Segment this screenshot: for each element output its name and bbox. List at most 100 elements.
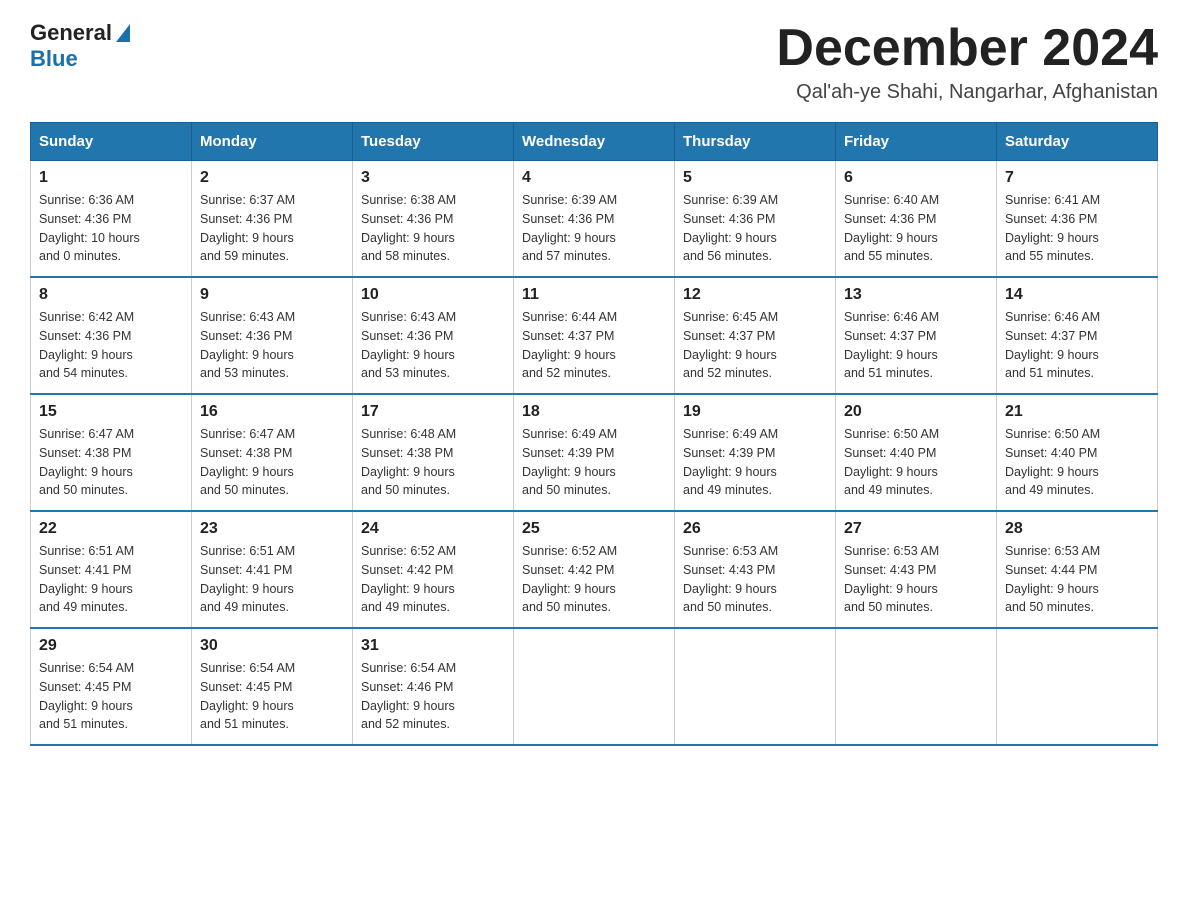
day-info: Sunrise: 6:48 AMSunset: 4:38 PMDaylight:… — [361, 425, 505, 500]
calendar-cell — [675, 628, 836, 745]
day-number: 27 — [844, 520, 988, 538]
col-saturday: Saturday — [997, 123, 1158, 161]
calendar-cell — [997, 628, 1158, 745]
calendar-cell — [836, 628, 997, 745]
calendar-cell: 28Sunrise: 6:53 AMSunset: 4:44 PMDayligh… — [997, 511, 1158, 628]
calendar-week-row: 15 Sunrise: 6:47 AMSunset: 4:38 PMDayligh… — [31, 394, 1158, 511]
calendar-header-row: Sunday Monday Tuesday Wednesday Thursday… — [31, 123, 1158, 161]
col-monday: Monday — [192, 123, 353, 161]
calendar-cell: 21Sunrise: 6:50 AMSunset: 4:40 PMDayligh… — [997, 394, 1158, 511]
calendar-cell: 30 Sunrise: 6:54 AMSunset: 4:45 PMDayligh… — [192, 628, 353, 745]
day-number: 19 — [683, 403, 827, 421]
month-year-title: December 2024 — [776, 20, 1158, 77]
day-info: Sunrise: 6:38 AMSunset: 4:36 PMDaylight:… — [361, 191, 505, 266]
calendar-cell: 25 Sunrise: 6:52 AMSunset: 4:42 PMDayligh… — [514, 511, 675, 628]
day-number: 1 — [39, 169, 183, 187]
calendar-cell: 22Sunrise: 6:51 AMSunset: 4:41 PMDayligh… — [31, 511, 192, 628]
day-info: Sunrise: 6:40 AMSunset: 4:36 PMDaylight:… — [844, 191, 988, 266]
day-number: 25 — [522, 520, 666, 538]
logo: General Blue — [30, 20, 130, 72]
calendar-cell: 10 Sunrise: 6:43 AMSunset: 4:36 PMDayligh… — [353, 277, 514, 394]
calendar-cell: 3 Sunrise: 6:38 AMSunset: 4:36 PMDaylight… — [353, 161, 514, 278]
calendar-cell: 18 Sunrise: 6:49 AMSunset: 4:39 PMDayligh… — [514, 394, 675, 511]
day-info: Sunrise: 6:45 AMSunset: 4:37 PMDaylight:… — [683, 308, 827, 383]
day-info: Sunrise: 6:42 AMSunset: 4:36 PMDaylight:… — [39, 308, 183, 383]
col-friday: Friday — [836, 123, 997, 161]
location-subtitle: Qal'ah-ye Shahi, Nangarhar, Afghanistan — [776, 81, 1158, 104]
day-info: Sunrise: 6:41 AMSunset: 4:36 PMDaylight:… — [1005, 191, 1149, 266]
calendar-cell: 13 Sunrise: 6:46 AMSunset: 4:37 PMDayligh… — [836, 277, 997, 394]
calendar-cell — [514, 628, 675, 745]
calendar-cell: 4 Sunrise: 6:39 AMSunset: 4:36 PMDaylight… — [514, 161, 675, 278]
title-block: December 2024 Qal'ah-ye Shahi, Nangarhar… — [776, 20, 1158, 104]
col-tuesday: Tuesday — [353, 123, 514, 161]
calendar-week-row: 22Sunrise: 6:51 AMSunset: 4:41 PMDayligh… — [31, 511, 1158, 628]
calendar-cell: 24 Sunrise: 6:52 AMSunset: 4:42 PMDayligh… — [353, 511, 514, 628]
day-number: 5 — [683, 169, 827, 187]
day-number: 15 — [39, 403, 183, 421]
calendar-cell: 14Sunrise: 6:46 AMSunset: 4:37 PMDayligh… — [997, 277, 1158, 394]
calendar-body: 1 Sunrise: 6:36 AMSunset: 4:36 PMDaylight… — [31, 161, 1158, 746]
day-number: 30 — [200, 637, 344, 655]
day-info: Sunrise: 6:43 AMSunset: 4:36 PMDaylight:… — [361, 308, 505, 383]
day-info: Sunrise: 6:47 AMSunset: 4:38 PMDaylight:… — [39, 425, 183, 500]
day-number: 24 — [361, 520, 505, 538]
logo-triangle-icon — [116, 24, 130, 42]
col-thursday: Thursday — [675, 123, 836, 161]
day-info: Sunrise: 6:36 AMSunset: 4:36 PMDaylight:… — [39, 191, 183, 266]
day-info: Sunrise: 6:53 AMSunset: 4:43 PMDaylight:… — [683, 542, 827, 617]
day-number: 23 — [200, 520, 344, 538]
day-number: 26 — [683, 520, 827, 538]
calendar-cell: 6 Sunrise: 6:40 AMSunset: 4:36 PMDaylight… — [836, 161, 997, 278]
calendar-week-row: 29Sunrise: 6:54 AMSunset: 4:45 PMDayligh… — [31, 628, 1158, 745]
calendar-cell: 1 Sunrise: 6:36 AMSunset: 4:36 PMDaylight… — [31, 161, 192, 278]
day-info: Sunrise: 6:51 AMSunset: 4:41 PMDaylight:… — [39, 542, 183, 617]
calendar-cell: 23 Sunrise: 6:51 AMSunset: 4:41 PMDayligh… — [192, 511, 353, 628]
day-number: 10 — [361, 286, 505, 304]
day-number: 18 — [522, 403, 666, 421]
day-info: Sunrise: 6:49 AMSunset: 4:39 PMDaylight:… — [522, 425, 666, 500]
day-info: Sunrise: 6:52 AMSunset: 4:42 PMDaylight:… — [522, 542, 666, 617]
day-number: 8 — [39, 286, 183, 304]
calendar-table: Sunday Monday Tuesday Wednesday Thursday… — [30, 122, 1158, 746]
day-info: Sunrise: 6:54 AMSunset: 4:46 PMDaylight:… — [361, 659, 505, 734]
day-number: 16 — [200, 403, 344, 421]
col-sunday: Sunday — [31, 123, 192, 161]
day-info: Sunrise: 6:39 AMSunset: 4:36 PMDaylight:… — [522, 191, 666, 266]
day-info: Sunrise: 6:43 AMSunset: 4:36 PMDaylight:… — [200, 308, 344, 383]
calendar-cell: 16 Sunrise: 6:47 AMSunset: 4:38 PMDayligh… — [192, 394, 353, 511]
day-number: 12 — [683, 286, 827, 304]
calendar-cell: 11 Sunrise: 6:44 AMSunset: 4:37 PMDayligh… — [514, 277, 675, 394]
day-info: Sunrise: 6:51 AMSunset: 4:41 PMDaylight:… — [200, 542, 344, 617]
day-number: 6 — [844, 169, 988, 187]
day-info: Sunrise: 6:54 AMSunset: 4:45 PMDaylight:… — [200, 659, 344, 734]
calendar-cell: 27 Sunrise: 6:53 AMSunset: 4:43 PMDayligh… — [836, 511, 997, 628]
day-info: Sunrise: 6:44 AMSunset: 4:37 PMDaylight:… — [522, 308, 666, 383]
calendar-cell: 9 Sunrise: 6:43 AMSunset: 4:36 PMDaylight… — [192, 277, 353, 394]
calendar-cell: 15 Sunrise: 6:47 AMSunset: 4:38 PMDayligh… — [31, 394, 192, 511]
day-info: Sunrise: 6:50 AMSunset: 4:40 PMDaylight:… — [1005, 425, 1149, 500]
calendar-cell: 12 Sunrise: 6:45 AMSunset: 4:37 PMDayligh… — [675, 277, 836, 394]
calendar-cell: 26 Sunrise: 6:53 AMSunset: 4:43 PMDayligh… — [675, 511, 836, 628]
logo-general-text: General — [30, 20, 112, 46]
day-info: Sunrise: 6:46 AMSunset: 4:37 PMDaylight:… — [844, 308, 988, 383]
calendar-cell: 7 Sunrise: 6:41 AMSunset: 4:36 PMDaylight… — [997, 161, 1158, 278]
day-number: 3 — [361, 169, 505, 187]
day-number: 20 — [844, 403, 988, 421]
day-info: Sunrise: 6:47 AMSunset: 4:38 PMDaylight:… — [200, 425, 344, 500]
day-number: 7 — [1005, 169, 1149, 187]
day-info: Sunrise: 6:37 AMSunset: 4:36 PMDaylight:… — [200, 191, 344, 266]
calendar-cell: 8 Sunrise: 6:42 AMSunset: 4:36 PMDaylight… — [31, 277, 192, 394]
logo-blue-text: Blue — [30, 46, 78, 72]
calendar-cell: 17Sunrise: 6:48 AMSunset: 4:38 PMDayligh… — [353, 394, 514, 511]
day-number: 9 — [200, 286, 344, 304]
day-number: 2 — [200, 169, 344, 187]
day-info: Sunrise: 6:52 AMSunset: 4:42 PMDaylight:… — [361, 542, 505, 617]
page-header: General Blue December 2024 Qal'ah-ye Sha… — [30, 20, 1158, 104]
calendar-cell: 31Sunrise: 6:54 AMSunset: 4:46 PMDayligh… — [353, 628, 514, 745]
calendar-cell: 2 Sunrise: 6:37 AMSunset: 4:36 PMDaylight… — [192, 161, 353, 278]
day-info: Sunrise: 6:53 AMSunset: 4:43 PMDaylight:… — [844, 542, 988, 617]
day-number: 13 — [844, 286, 988, 304]
day-number: 4 — [522, 169, 666, 187]
day-number: 11 — [522, 286, 666, 304]
